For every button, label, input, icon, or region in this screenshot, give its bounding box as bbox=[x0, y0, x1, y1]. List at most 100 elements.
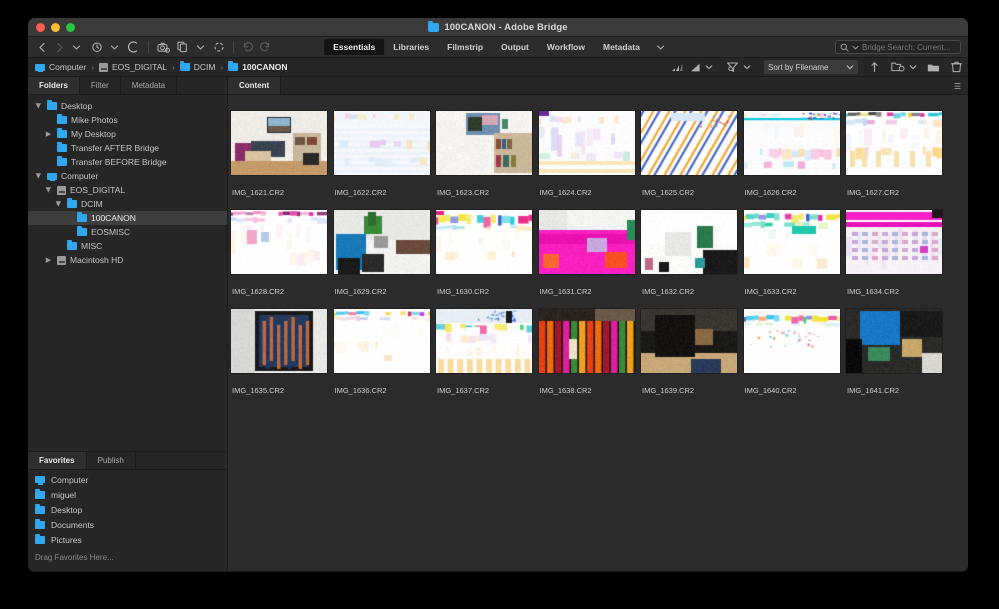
refine-icon[interactable] bbox=[211, 39, 227, 55]
panel-menu-icon[interactable]: ☰ bbox=[954, 82, 962, 91]
thumbnail-item[interactable]: IMG_1641.CR2 bbox=[843, 305, 946, 395]
filter-funnel-icon[interactable] bbox=[726, 61, 739, 73]
thumbnail-image[interactable] bbox=[641, 305, 737, 377]
workspace-tab-workflow[interactable]: Workflow bbox=[538, 39, 594, 55]
filter-items-icon[interactable] bbox=[690, 62, 701, 73]
thumbnail-item[interactable]: IMG_1626.CR2 bbox=[741, 107, 844, 197]
thumbnail-image[interactable] bbox=[334, 107, 430, 179]
tab-publish[interactable]: Publish bbox=[87, 452, 136, 469]
thumbnail-image[interactable] bbox=[846, 305, 942, 377]
folder-tree-item[interactable]: Mike Photos bbox=[28, 113, 227, 127]
disclosure-triangle[interactable]: ▶ bbox=[55, 200, 63, 209]
recent-clock-icon[interactable] bbox=[89, 39, 105, 55]
thumbnail-image[interactable] bbox=[436, 305, 532, 377]
folder-tree-item[interactable]: ▶Macintosh HD bbox=[28, 253, 227, 267]
thumbnail-image[interactable] bbox=[641, 206, 737, 278]
trash-icon[interactable] bbox=[951, 61, 962, 73]
disclosure-triangle[interactable]: ▶ bbox=[35, 172, 43, 181]
thumbnail-image[interactable] bbox=[539, 107, 635, 179]
thumbnail-image[interactable] bbox=[846, 107, 942, 179]
tab-folders[interactable]: Folders bbox=[28, 77, 80, 94]
workspace-tab-essentials[interactable]: Essentials bbox=[324, 39, 384, 55]
tab-metadata[interactable]: Metadata bbox=[121, 77, 177, 94]
new-subfolder-icon[interactable] bbox=[891, 61, 905, 73]
folder-tree-item[interactable]: ▶Computer bbox=[28, 169, 227, 183]
folder-tree-item[interactable]: EOSMISC bbox=[28, 225, 227, 239]
folder-tree-item[interactable]: ▶EOS_DIGITAL bbox=[28, 183, 227, 197]
folder-tree-item[interactable]: Transfer AFTER Bridge bbox=[28, 141, 227, 155]
favorites-item[interactable]: Documents bbox=[28, 517, 227, 532]
favorites-item[interactable]: Desktop bbox=[28, 502, 227, 517]
thumbnail-image[interactable] bbox=[744, 107, 840, 179]
thumbnail-image[interactable] bbox=[436, 107, 532, 179]
thumbnail-image[interactable] bbox=[231, 206, 327, 278]
disclosure-triangle[interactable]: ▶ bbox=[45, 186, 53, 195]
thumbnail-image[interactable] bbox=[231, 107, 327, 179]
folder-tree-item[interactable]: 100CANON bbox=[28, 211, 227, 225]
breadcrumb-item-100canon[interactable]: 100CANON bbox=[228, 62, 287, 72]
folder-tree-item[interactable]: MISC bbox=[28, 239, 227, 253]
thumbnail-image[interactable] bbox=[231, 305, 327, 377]
thumbnail-image[interactable] bbox=[539, 206, 635, 278]
disclosure-triangle[interactable]: ▶ bbox=[35, 102, 43, 111]
favorites-item[interactable]: miguel bbox=[28, 487, 227, 502]
folder-tree-item[interactable]: ▶DCIM bbox=[28, 197, 227, 211]
sort-dropdown[interactable]: Sort by Filename bbox=[764, 60, 858, 74]
disclosure-triangle[interactable]: ▶ bbox=[44, 130, 53, 138]
favorites-item[interactable]: Pictures bbox=[28, 532, 227, 547]
favorites-item[interactable]: Computer bbox=[28, 472, 227, 487]
thumbnail-image[interactable] bbox=[334, 305, 430, 377]
thumbnail-item[interactable]: IMG_1624.CR2 bbox=[536, 107, 639, 197]
thumbnail-image[interactable] bbox=[744, 305, 840, 377]
thumbnail-item[interactable]: IMG_1640.CR2 bbox=[741, 305, 844, 395]
workspace-tab-metadata[interactable]: Metadata bbox=[594, 39, 649, 55]
rotate-clockwise-icon[interactable] bbox=[257, 39, 273, 55]
thumbnail-item[interactable]: IMG_1632.CR2 bbox=[638, 206, 741, 296]
thumbnail-image[interactable] bbox=[846, 206, 942, 278]
camera-icon[interactable] bbox=[155, 39, 171, 55]
thumbnail-item[interactable]: IMG_1631.CR2 bbox=[536, 206, 639, 296]
thumbnail-item[interactable]: IMG_1625.CR2 bbox=[638, 107, 741, 197]
chevron-down-icon[interactable] bbox=[192, 39, 208, 55]
thumbnail-image[interactable] bbox=[744, 206, 840, 278]
workspace-tab-filmstrip[interactable]: Filmstrip bbox=[438, 39, 492, 55]
chevron-down-icon[interactable] bbox=[743, 63, 751, 71]
tab-filter[interactable]: Filter bbox=[80, 77, 121, 94]
folder-tree-item[interactable]: ▶Desktop bbox=[28, 99, 227, 113]
folder-tree-item[interactable]: Transfer BEFORE Bridge bbox=[28, 155, 227, 169]
chevron-down-icon[interactable] bbox=[68, 39, 84, 55]
workspace-tab-output[interactable]: Output bbox=[492, 39, 538, 55]
copies-icon[interactable] bbox=[175, 39, 191, 55]
thumbnail-item[interactable]: IMG_1637.CR2 bbox=[433, 305, 536, 395]
thumbnail-image[interactable] bbox=[334, 206, 430, 278]
chevron-down-icon[interactable] bbox=[106, 39, 122, 55]
tab-content[interactable]: Content bbox=[228, 77, 281, 94]
breadcrumb-item-dcim[interactable]: DCIM bbox=[180, 62, 216, 72]
thumbnail-image[interactable] bbox=[436, 206, 532, 278]
forward-icon[interactable] bbox=[51, 39, 67, 55]
thumbnail-image[interactable] bbox=[539, 305, 635, 377]
thumbnail-item[interactable]: IMG_1634.CR2 bbox=[843, 206, 946, 296]
thumbnail-item[interactable]: IMG_1633.CR2 bbox=[741, 206, 844, 296]
thumbnail-item[interactable]: IMG_1622.CR2 bbox=[331, 107, 434, 197]
search-input[interactable]: Bridge Search: Current... bbox=[835, 40, 961, 54]
chevron-down-icon[interactable] bbox=[649, 43, 672, 52]
thumbnail-item[interactable]: IMG_1627.CR2 bbox=[843, 107, 946, 197]
thumbnail-image[interactable] bbox=[641, 107, 737, 179]
thumbnail-item[interactable]: IMG_1623.CR2 bbox=[433, 107, 536, 197]
thumbnail-item[interactable]: IMG_1630.CR2 bbox=[433, 206, 536, 296]
new-folder-icon[interactable] bbox=[927, 62, 940, 73]
thumbnail-item[interactable]: IMG_1621.CR2 bbox=[228, 107, 331, 197]
reveal-icon[interactable] bbox=[126, 39, 142, 55]
rotate-counterclockwise-icon[interactable] bbox=[240, 39, 256, 55]
disclosure-triangle[interactable]: ▶ bbox=[44, 256, 53, 264]
filter-rating-icon[interactable] bbox=[671, 62, 683, 73]
thumbnail-item[interactable]: IMG_1629.CR2 bbox=[331, 206, 434, 296]
workspace-tab-libraries[interactable]: Libraries bbox=[384, 39, 438, 55]
thumbnail-item[interactable]: IMG_1636.CR2 bbox=[331, 305, 434, 395]
chevron-down-icon[interactable] bbox=[705, 63, 713, 71]
thumbnail-item[interactable]: IMG_1638.CR2 bbox=[536, 305, 639, 395]
chevron-down-icon[interactable] bbox=[909, 63, 917, 71]
thumbnail-item[interactable]: IMG_1639.CR2 bbox=[638, 305, 741, 395]
chevron-down-icon[interactable] bbox=[852, 44, 859, 51]
